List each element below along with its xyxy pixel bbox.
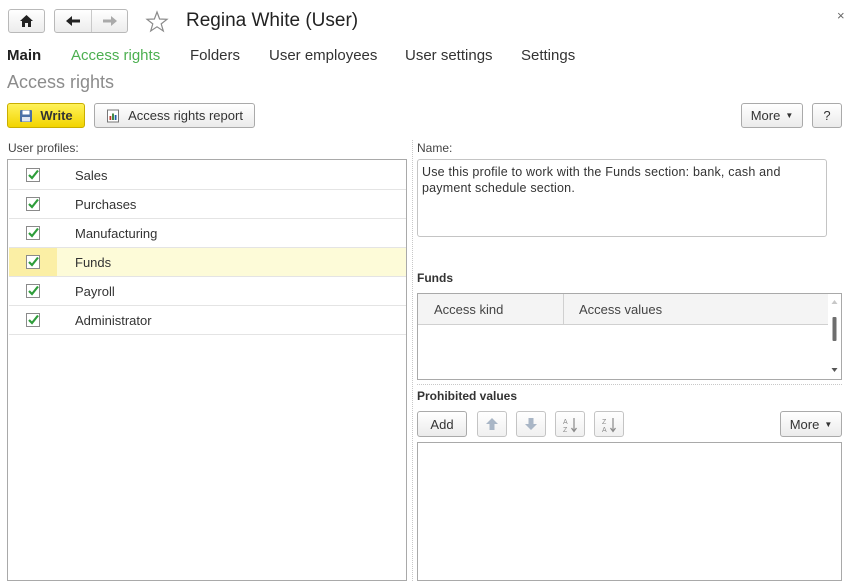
list-item[interactable]: Administrator bbox=[9, 306, 406, 335]
move-up-button[interactable] bbox=[477, 411, 507, 437]
star-icon bbox=[145, 10, 169, 33]
tab-user-settings[interactable]: User settings bbox=[405, 47, 493, 64]
column-header-access-kind[interactable]: Access kind bbox=[434, 302, 503, 317]
more-button[interactable]: More ▼ bbox=[741, 103, 803, 128]
home-button[interactable] bbox=[8, 9, 45, 33]
home-icon bbox=[20, 15, 33, 27]
profile-label: Funds bbox=[75, 255, 112, 270]
checkbox-checked-icon[interactable] bbox=[26, 255, 40, 269]
arrow-up-icon bbox=[486, 418, 498, 430]
panel-splitter[interactable] bbox=[412, 140, 413, 581]
checkbox-checked-icon[interactable] bbox=[26, 284, 40, 298]
window-title: Regina White (User) bbox=[186, 10, 359, 31]
save-icon bbox=[20, 109, 33, 122]
name-label: Name: bbox=[417, 141, 453, 155]
checkbox-checked-icon[interactable] bbox=[26, 313, 40, 327]
list-item[interactable]: Sales bbox=[9, 161, 406, 190]
report-icon bbox=[107, 109, 120, 122]
svg-text:A: A bbox=[563, 419, 568, 426]
checkbox-checked-icon[interactable] bbox=[26, 168, 40, 182]
forward-button[interactable] bbox=[92, 10, 128, 32]
more-button-label: More bbox=[750, 108, 781, 123]
checkbox-checked-icon[interactable] bbox=[26, 197, 40, 211]
prohibited-values-list[interactable] bbox=[417, 442, 842, 581]
profile-label: Payroll bbox=[75, 284, 115, 299]
add-button[interactable]: Add bbox=[417, 411, 467, 437]
move-down-button[interactable] bbox=[516, 411, 546, 437]
write-button[interactable]: Write bbox=[7, 103, 85, 128]
horizontal-splitter[interactable] bbox=[417, 384, 842, 385]
tab-access-rights[interactable]: Access rights bbox=[71, 47, 160, 64]
funds-group-title: Funds bbox=[417, 271, 453, 285]
arrow-right-icon bbox=[103, 16, 117, 26]
access-rights-report-button[interactable]: Access rights report bbox=[94, 103, 255, 128]
tab-user-employees[interactable]: User employees bbox=[269, 47, 377, 64]
sort-descending-button[interactable]: Z A bbox=[594, 411, 624, 437]
name-field[interactable]: Use this profile to work with the Funds … bbox=[417, 159, 827, 237]
access-kinds-table[interactable]: Access kind Access values bbox=[417, 293, 842, 380]
svg-text:Z: Z bbox=[563, 427, 568, 434]
sort-ascending-button[interactable]: A Z bbox=[555, 411, 585, 437]
dropdown-arrow-icon: ▼ bbox=[785, 111, 794, 120]
profile-label: Purchases bbox=[75, 197, 137, 212]
prohibited-more-button[interactable]: More ▼ bbox=[780, 411, 842, 437]
column-header-access-values[interactable]: Access values bbox=[579, 302, 662, 317]
report-button-label: Access rights report bbox=[128, 108, 243, 123]
sort-ascending-icon: A Z bbox=[563, 418, 577, 434]
column-divider bbox=[563, 294, 564, 324]
close-icon[interactable]: × bbox=[837, 8, 845, 23]
write-button-label: Write bbox=[40, 108, 73, 123]
list-item-selected[interactable]: Funds bbox=[9, 248, 406, 277]
page-title: Access rights bbox=[7, 72, 115, 92]
svg-text:A: A bbox=[602, 427, 607, 434]
table-header: Access kind Access values bbox=[418, 294, 828, 325]
sort-descending-icon: Z A bbox=[602, 418, 616, 434]
back-forward-group bbox=[54, 9, 128, 33]
list-item[interactable]: Payroll bbox=[9, 277, 406, 306]
tab-main[interactable]: Main bbox=[7, 47, 41, 64]
help-button[interactable]: ? bbox=[812, 103, 842, 128]
list-item[interactable]: Manufacturing bbox=[9, 219, 406, 248]
dropdown-arrow-icon: ▼ bbox=[824, 419, 833, 429]
prohibited-values-title: Prohibited values bbox=[417, 389, 518, 403]
arrow-down-icon bbox=[525, 418, 537, 430]
svg-text:Z: Z bbox=[602, 419, 607, 426]
profile-label: Manufacturing bbox=[75, 226, 158, 241]
user-profiles-list[interactable]: Sales Purchases Manufacturing Funds Payr… bbox=[7, 159, 407, 581]
checkbox-checked-icon[interactable] bbox=[26, 226, 40, 240]
tab-folders[interactable]: Folders bbox=[190, 47, 240, 64]
user-profiles-label: User profiles: bbox=[8, 141, 79, 155]
arrow-left-icon bbox=[66, 16, 80, 26]
profile-label: Administrator bbox=[75, 313, 152, 328]
prohibited-more-label: More bbox=[789, 416, 820, 432]
back-button[interactable] bbox=[55, 10, 92, 32]
tab-settings[interactable]: Settings bbox=[521, 47, 575, 64]
table-scrollbar[interactable] bbox=[828, 294, 841, 379]
list-item[interactable]: Purchases bbox=[9, 190, 406, 219]
profile-label: Sales bbox=[75, 168, 108, 183]
favorite-button[interactable] bbox=[145, 10, 169, 34]
